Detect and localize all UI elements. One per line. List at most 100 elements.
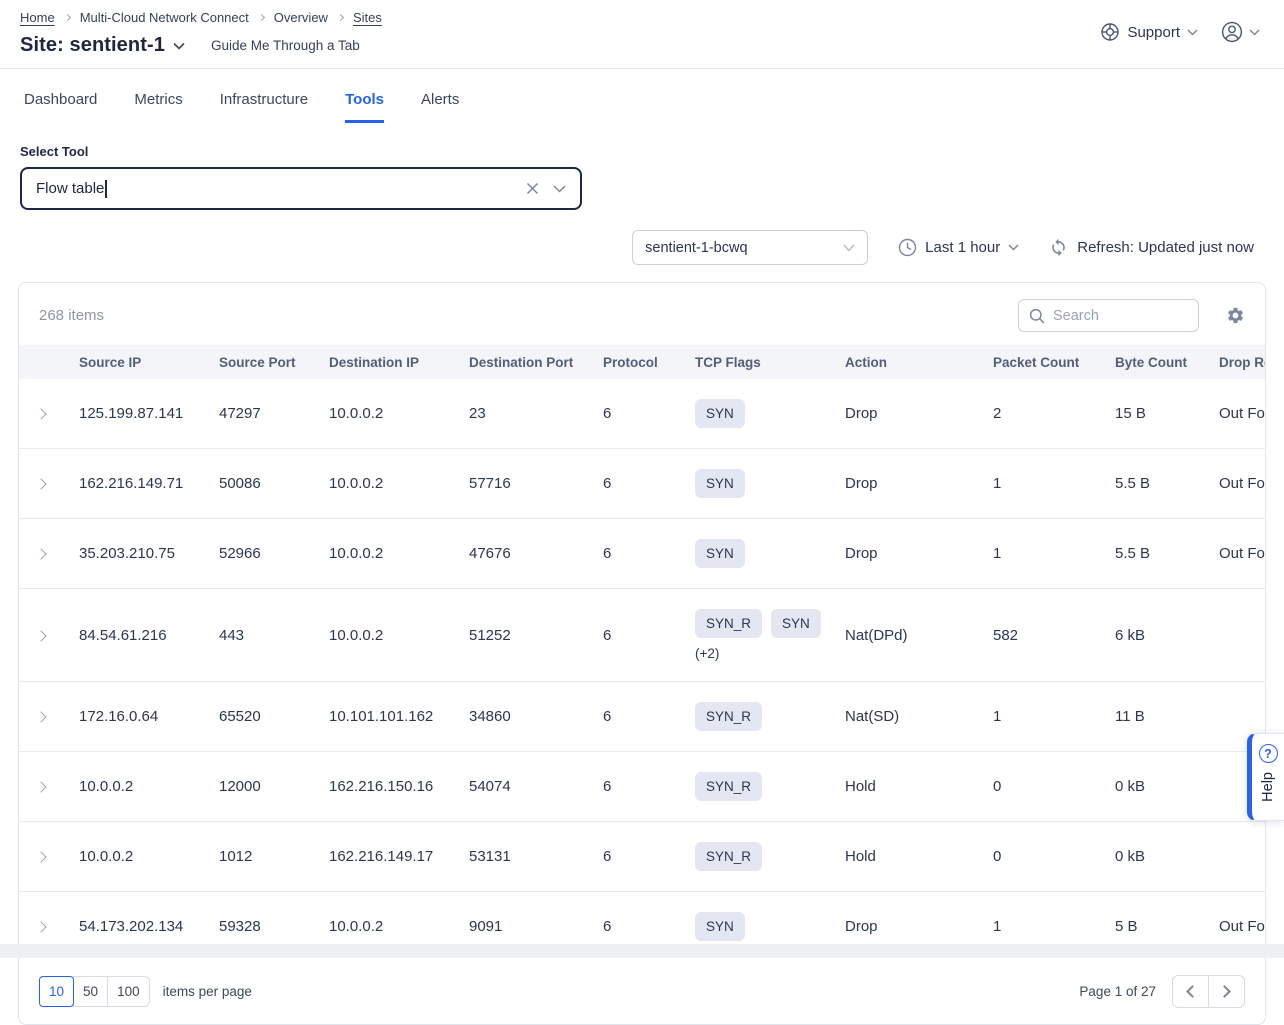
node-select[interactable]: sentient-1-bcwq [632,230,868,265]
tcp-flag-badge: SYN_R [695,609,762,638]
chevron-down-icon[interactable] [553,185,566,193]
cell-byte-count: 5.5 B [1115,449,1219,519]
table-row: 172.16.0.646552010.101.101.162348606SYN_… [19,682,1266,752]
cell-sport: 443 [219,589,329,682]
help-label: Help [1260,772,1276,802]
cell-proto: 6 [603,822,695,892]
cell-drop-reason: Out For [1219,379,1266,449]
cell-src: 172.16.0.64 [79,682,219,752]
expand-row-icon[interactable] [35,630,46,641]
cell-action: Drop [845,379,993,449]
column-header-tcp-flags: TCP Flags [695,345,845,379]
guide-me-link[interactable]: Guide Me Through a Tab [211,38,360,53]
next-page-button[interactable] [1208,975,1245,1008]
expand-row-icon[interactable] [35,711,46,722]
expand-row-icon[interactable] [35,408,46,419]
chevron-right-icon [258,14,265,21]
cell-drop-reason [1219,822,1266,892]
prev-page-button[interactable] [1172,975,1209,1008]
cell-tcp-flags: SYN_R [695,682,845,752]
chevron-down-icon [843,244,855,252]
cell-drop-reason: Out For [1219,449,1266,519]
cell-sport: 50086 [219,449,329,519]
table-row: 10.0.0.212000162.216.150.16540746SYN_RHo… [19,752,1266,822]
cell-tcp-flags: SYN [695,379,845,449]
expand-row-icon[interactable] [35,851,46,862]
help-tab[interactable]: ? Help [1247,733,1284,821]
clock-icon [898,238,917,257]
flag-badges: SYN_R [695,772,829,801]
gear-icon [1226,306,1245,325]
expand-cell [19,822,79,892]
cell-src: 84.54.61.216 [79,589,219,682]
support-menu[interactable]: Support [1100,22,1198,42]
cell-dst: 162.216.150.16 [329,752,469,822]
refresh-button[interactable]: Refresh: Updated just now [1049,238,1254,257]
cell-byte-count: 0 kB [1115,752,1219,822]
flow-table: Source IPSource PortDestination IPDestin… [19,345,1266,961]
cell-byte-count: 15 B [1115,379,1219,449]
breadcrumb: HomeMulti-Cloud Network ConnectOverviewS… [20,10,1260,25]
page-info: Page 1 of 27 [1079,984,1156,999]
table-row: 84.54.61.21644310.0.0.2512526SYN_RSYN(+2… [19,589,1266,682]
cell-sport: 47297 [219,379,329,449]
table-row: 162.216.149.715008610.0.0.2577166SYNDrop… [19,449,1266,519]
cell-dst: 10.0.0.2 [329,379,469,449]
cell-sport: 52966 [219,519,329,589]
cell-tcp-flags: SYN_R [695,752,845,822]
select-tool-label: Select Tool [20,144,1284,159]
chevron-down-icon [1249,29,1260,36]
cell-dport: 57716 [469,449,603,519]
expand-cell [19,449,79,519]
cell-packet-count: 1 [993,519,1115,589]
search-input[interactable] [1053,308,1173,324]
cell-packet-count: 582 [993,589,1115,682]
time-range-select[interactable]: Last 1 hour [898,238,1019,257]
column-header-action: Action [845,345,993,379]
table-settings-button[interactable] [1226,306,1245,325]
tool-select-input[interactable]: Flow table [20,167,582,210]
cell-proto: 6 [603,589,695,682]
tab-tools[interactable]: Tools [345,91,384,123]
chevron-right-icon [337,14,344,21]
expand-row-icon[interactable] [35,478,46,489]
breadcrumb-item-sites[interactable]: Sites [353,10,382,25]
avatar-icon [1220,20,1244,44]
cell-action: Nat(DPd) [845,589,993,682]
tab-metrics[interactable]: Metrics [134,91,182,123]
flag-badges: SYN_R [695,842,829,871]
expand-row-icon[interactable] [35,921,46,932]
chevron-down-icon[interactable] [173,42,185,50]
flag-badges: SYN_RSYN [695,609,829,638]
search-box[interactable] [1018,299,1199,332]
cell-dport: 34860 [469,682,603,752]
items-count: 268 items [39,307,104,324]
tcp-flag-badge: SYN [695,399,745,428]
chevron-down-icon [1008,244,1019,251]
tcp-flag-badge: SYN_R [695,842,762,871]
flags-more-count[interactable]: (+2) [695,646,829,661]
page-size-50[interactable]: 50 [73,976,108,1007]
expand-row-icon[interactable] [35,548,46,559]
column-header-drop-reason: Drop Reason [1219,345,1266,379]
tab-alerts[interactable]: Alerts [421,91,459,123]
page-size-100[interactable]: 100 [107,976,150,1007]
tab-infrastructure[interactable]: Infrastructure [220,91,308,123]
cell-tcp-flags: SYN_RSYN (+2) [695,589,845,682]
cell-dport: 54074 [469,752,603,822]
tcp-flag-badge: SYN [695,539,745,568]
page-title: Site: sentient-1 [20,34,165,57]
tab-dashboard[interactable]: Dashboard [24,91,97,123]
breadcrumb-item-home[interactable]: Home [20,10,55,25]
cell-src: 162.216.149.71 [79,449,219,519]
column-header-source-ip: Source IP [79,345,219,379]
table-row: 125.199.87.1414729710.0.0.2236SYNDrop215… [19,379,1266,449]
text-caret [105,180,107,198]
expand-row-icon[interactable] [35,781,46,792]
breadcrumb-item-multi-cloud-network-connect: Multi-Cloud Network Connect [80,10,249,25]
user-menu[interactable] [1220,20,1260,44]
column-header-source-port: Source Port [219,345,329,379]
clear-icon[interactable] [526,182,539,195]
page-size-10[interactable]: 10 [39,976,74,1007]
table-footer: 1050100 items per page Page 1 of 27 [19,961,1265,1024]
